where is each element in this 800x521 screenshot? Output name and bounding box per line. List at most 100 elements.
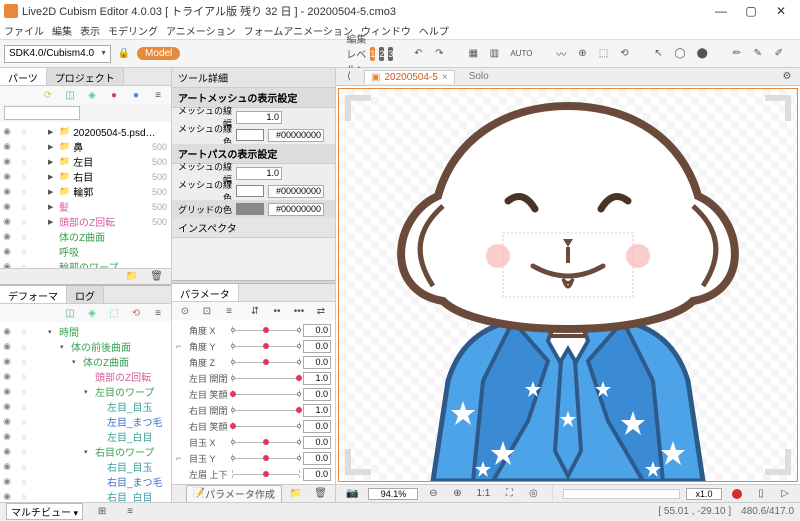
- expand-icon[interactable]: ▶: [48, 173, 56, 181]
- param-slider[interactable]: [232, 374, 300, 382]
- menu-view[interactable]: 表示: [80, 23, 100, 38]
- tree-row[interactable]: ◉ ○ ▶ 📁 輪郭 500: [0, 184, 171, 199]
- lasso-icon[interactable]: ◯: [670, 45, 689, 63]
- lock-toggle[interactable]: ○: [17, 172, 31, 182]
- param-key3-icon[interactable]: •••: [290, 302, 308, 320]
- visibility-toggle[interactable]: ◉: [0, 126, 14, 137]
- visibility-toggle[interactable]: ◉: [0, 246, 14, 257]
- def-mesh-icon[interactable]: ◫: [61, 304, 79, 322]
- tool-texture-icon[interactable]: ▦: [464, 45, 482, 63]
- stop-button[interactable]: ▯: [752, 485, 770, 503]
- fit-icon[interactable]: ⛶: [500, 485, 518, 503]
- tree-row[interactable]: ◉ ○ ▶ 📁 左目 500: [0, 154, 171, 169]
- mesh-width-input[interactable]: [236, 111, 282, 124]
- tree-row[interactable]: ◉ ○ ▶ 📁 鼻 500: [0, 139, 171, 154]
- visibility-toggle[interactable]: ◉: [0, 216, 14, 227]
- tab-log[interactable]: ログ: [67, 286, 104, 303]
- def-menu-icon[interactable]: ≡: [149, 304, 167, 322]
- visibility-toggle[interactable]: ◉: [0, 401, 14, 412]
- canvas-viewport[interactable]: [338, 88, 798, 482]
- visibility-toggle[interactable]: ◉: [0, 261, 14, 268]
- tab-parameter[interactable]: パラメータ: [172, 284, 239, 301]
- multiview-dropdown[interactable]: マルチビュー ▾: [6, 503, 83, 520]
- undo-button[interactable]: ↶: [409, 45, 427, 63]
- visibility-toggle[interactable]: ◉: [0, 491, 14, 502]
- param-sort-icon[interactable]: ⇵: [246, 302, 264, 320]
- solo-toggle[interactable]: Solo: [461, 71, 497, 82]
- lock-toggle[interactable]: ○: [17, 357, 31, 367]
- def-deform-icon[interactable]: ◈: [83, 304, 101, 322]
- zoom-in-icon[interactable]: ⊕: [448, 485, 466, 503]
- tree-row[interactable]: ◉ ○ 頭部のZ回転: [0, 369, 171, 384]
- tree-row[interactable]: ◉ ○ 右目_白目: [0, 489, 171, 502]
- expand-icon[interactable]: ▶: [48, 218, 56, 226]
- tool-auto-icon[interactable]: AUTO: [506, 45, 536, 63]
- visibility-toggle[interactable]: ◉: [0, 476, 14, 487]
- lock-toggle[interactable]: ○: [17, 232, 31, 242]
- tree-row[interactable]: ◉ ○ ▾ 時間: [0, 324, 171, 339]
- lock-toggle[interactable]: ○: [17, 462, 31, 472]
- lock-toggle[interactable]: ○: [17, 402, 31, 412]
- tab-deformer[interactable]: デフォーマ: [0, 286, 67, 303]
- visibility-toggle[interactable]: ◉: [0, 141, 14, 152]
- tree-row[interactable]: ◉ ○ 体のZ曲面: [0, 229, 171, 244]
- visibility-toggle[interactable]: ◉: [0, 386, 14, 397]
- cursor-icon[interactable]: ↖: [649, 45, 667, 63]
- param-trash-icon[interactable]: 🗑: [310, 485, 331, 503]
- lock-toggle[interactable]: ○: [17, 432, 31, 442]
- close-tab-icon[interactable]: ×: [442, 72, 448, 83]
- ratio-button[interactable]: 1:1: [472, 485, 494, 503]
- visibility-toggle[interactable]: ◉: [0, 201, 14, 212]
- param-value-input[interactable]: [303, 388, 331, 401]
- visibility-toggle[interactable]: ◉: [0, 461, 14, 472]
- expand-icon[interactable]: ▶: [48, 128, 56, 136]
- artpath3-icon[interactable]: ✐: [770, 45, 788, 63]
- tree-row[interactable]: ◉ ○ 輪郭のワープ: [0, 259, 171, 268]
- expand-icon[interactable]: ▾: [72, 358, 80, 366]
- bullet2-icon[interactable]: ●: [127, 86, 145, 104]
- param-link-icon[interactable]: ⌐: [176, 341, 186, 351]
- menu-formanim[interactable]: フォームアニメーション: [244, 23, 353, 38]
- tree-row[interactable]: ◉ ○ 右目_目玉: [0, 459, 171, 474]
- visibility-toggle[interactable]: ◉: [0, 231, 14, 242]
- maximize-button[interactable]: ▢: [736, 0, 766, 22]
- tool-glue-icon[interactable]: ⊕: [573, 45, 591, 63]
- new-folder-icon[interactable]: 📁: [122, 268, 142, 286]
- lock-toggle[interactable]: ○: [17, 202, 31, 212]
- path-width-input[interactable]: [236, 167, 282, 180]
- tool-rot-icon[interactable]: ⟲: [615, 45, 633, 63]
- param-value-input[interactable]: [303, 404, 331, 417]
- lock-toggle[interactable]: ○: [17, 142, 31, 152]
- lock-toggle[interactable]: ○: [17, 372, 31, 382]
- param-key2-icon[interactable]: ••: [268, 302, 286, 320]
- param-value-input[interactable]: [303, 420, 331, 433]
- tree-row[interactable]: ◉ ○ ▶ 髪 500: [0, 199, 171, 214]
- lock-toggle[interactable]: ○: [17, 327, 31, 337]
- param-value-input[interactable]: [303, 468, 331, 481]
- sync-icon[interactable]: ⟳: [39, 86, 57, 104]
- mesh-color-swatch[interactable]: [236, 129, 264, 141]
- character-model[interactable]: [373, 88, 763, 481]
- tree-row[interactable]: ◉ ○ 呼吸: [0, 244, 171, 259]
- path-color-input[interactable]: [268, 185, 324, 198]
- expand-icon[interactable]: ▾: [84, 388, 92, 396]
- grid-color-swatch[interactable]: [236, 203, 264, 215]
- artpath-icon[interactable]: ✏: [728, 45, 746, 63]
- lock-toggle[interactable]: ○: [17, 417, 31, 427]
- status-menu-icon[interactable]: ≡: [121, 503, 139, 521]
- expand-icon[interactable]: ▾: [48, 328, 56, 336]
- mode-model-button[interactable]: Model: [137, 47, 180, 60]
- lock-toggle[interactable]: ○: [17, 247, 31, 257]
- menu-file[interactable]: ファイル: [4, 23, 44, 38]
- expand-icon[interactable]: ▾: [84, 448, 92, 456]
- close-button[interactable]: ✕: [766, 0, 796, 22]
- param-slider[interactable]: [232, 342, 300, 350]
- def-rot-icon[interactable]: ⟲: [127, 304, 145, 322]
- menu-window[interactable]: ウィンドウ: [361, 23, 411, 38]
- param-value-input[interactable]: [303, 340, 331, 353]
- visibility-toggle[interactable]: ◉: [0, 446, 14, 457]
- tool-path-icon[interactable]: 〰: [552, 45, 570, 63]
- lock-toggle[interactable]: ○: [17, 447, 31, 457]
- lock-toggle[interactable]: ○: [17, 127, 31, 137]
- level-2-button[interactable]: 2: [379, 47, 384, 61]
